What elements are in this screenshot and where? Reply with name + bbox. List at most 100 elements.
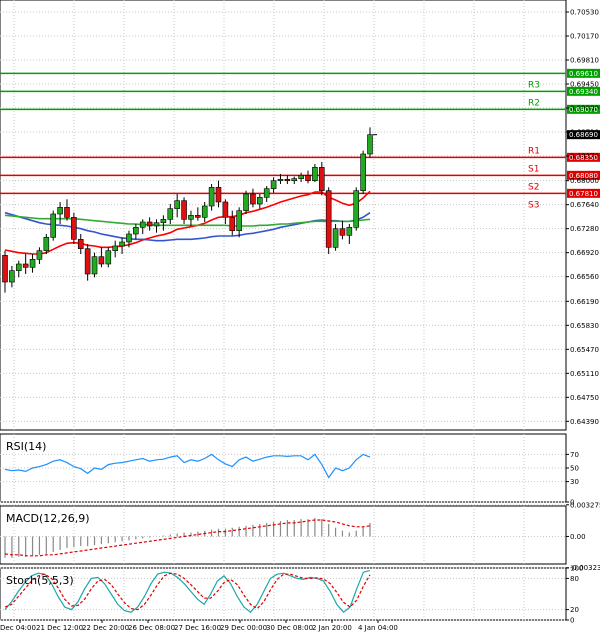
candle-body [119,241,125,247]
y-tick-label-stoch: 20 [570,606,579,614]
level-price-label: 0.68080 [569,172,598,180]
candle-body [57,207,63,215]
candle-body [22,263,29,268]
candle-body [270,180,277,189]
y-tick-label-macd: 0.00 [570,533,586,541]
candle-body [50,213,57,238]
candle-body [236,210,242,231]
candle-body [146,221,153,227]
candle-body [160,219,167,223]
y-tick-label-price: 0.65830 [570,322,599,330]
level-tag-R3: R3 [528,80,540,90]
x-tick-label: 21 Dec 12:00 [36,624,83,632]
candle-body [243,193,249,211]
y-tick-label-price: 0.66560 [570,273,599,281]
candle-body [133,227,139,235]
candle-body [360,153,366,191]
candle-body [195,215,201,218]
candle-body [15,263,22,271]
level-tag-R2: R2 [528,98,540,108]
candle-body [284,179,291,181]
level-tag-S2: S2 [528,182,539,192]
candle-body [291,178,298,181]
candle-body [181,200,187,220]
x-tick-label: Dec 04:00 [0,624,36,632]
panel-title-rsi: RSI(14) [6,440,46,453]
candle-body [215,187,222,203]
candle-body [277,179,284,181]
y-tick-label-price: 0.66920 [570,249,599,257]
candle-body [250,193,256,205]
candle-body [36,250,43,260]
x-tick-label: 29 Dec 00:00 [220,624,267,632]
candle-body [263,188,270,198]
candle-body [29,259,36,268]
x-tick-label: 22 Dec 20:00 [82,624,129,632]
candle-body [112,245,118,251]
y-tick-label-rsi: 50 [570,465,579,473]
candle-body [126,233,132,243]
candle-body [325,190,332,248]
candle-body [339,228,346,236]
candle-body [353,190,360,228]
y-tick-label-rsi: 70 [570,451,579,459]
candle-body [9,270,15,283]
level-tag-R1: R1 [528,146,540,156]
candle-body [2,255,8,283]
candle-body [174,200,180,209]
level-price-label: 0.69070 [569,106,598,114]
y-tick-label-price: 0.67280 [570,225,599,233]
level-price-label: 0.69340 [569,88,598,96]
candle-body [84,248,91,275]
y-tick-label-macd: 0.003275 [570,501,600,509]
candle-body [105,250,112,265]
candle-body [367,134,373,155]
y-tick-label-stoch: 80 [570,575,579,583]
candle-body [139,221,146,228]
candle-body [71,217,77,240]
level-price-label: 0.68350 [569,154,598,162]
level-tag-S3: S3 [528,200,539,210]
panel-frame-price [0,0,567,431]
y-tick-label-rsi: 30 [570,478,579,486]
level-price-label: 0.67810 [569,190,598,198]
candle-body [167,208,174,220]
candle-body [305,175,311,181]
y-tick-label-price: 0.65470 [570,346,599,354]
y-tick-label-price: 0.64390 [570,418,599,426]
y-tick-label-price: 0.67640 [570,201,599,209]
panel-title-stoch: Stoch(5,5,3) [6,574,74,587]
x-tick-label: 30 Dec 08:00 [266,624,313,632]
x-tick-label: 2 Jan 20:00 [312,624,352,632]
x-tick-label: 4 Jan 04:00 [358,624,398,632]
panel-frame-stoch [0,567,567,621]
candle-body [257,197,263,205]
level-tag-S1: S1 [528,164,539,174]
y-tick-label-price: 0.66190 [570,298,599,306]
y-tick-label-price: 0.69810 [570,57,599,65]
candle-body [43,237,50,251]
candle-body [229,217,236,231]
candle-body [201,205,208,218]
y-tick-label-price: 0.70170 [570,33,599,41]
x-tick-label: 27 Dec 16:00 [174,624,221,632]
y-tick-label-stoch: 0 [570,617,574,625]
candle-body [153,222,160,227]
candle-body [64,207,70,218]
panel-title-macd: MACD(12,26,9) [6,512,90,525]
x-tick-label: 26 Dec 08:00 [128,624,175,632]
candle-body [208,187,215,207]
candle-body [298,175,304,179]
chart-canvas: 0.705300.701700.698100.694500.690900.687… [0,0,600,632]
candle-body [188,215,194,220]
level-price-label: 0.69610 [569,70,598,78]
candle-body [332,228,339,248]
candle-body [346,227,353,236]
y-tick-label-price: 0.65110 [570,370,599,378]
y-tick-label-price: 0.64750 [570,394,599,402]
candle-body [312,167,318,181]
candle-body [91,256,98,275]
y-tick-label-price: 0.70530 [570,9,599,17]
forex-chart: 0.70530 0.70170 0.69810 0.69450 0.69090 0.687… [0,0,600,637]
candle-body [77,239,84,249]
